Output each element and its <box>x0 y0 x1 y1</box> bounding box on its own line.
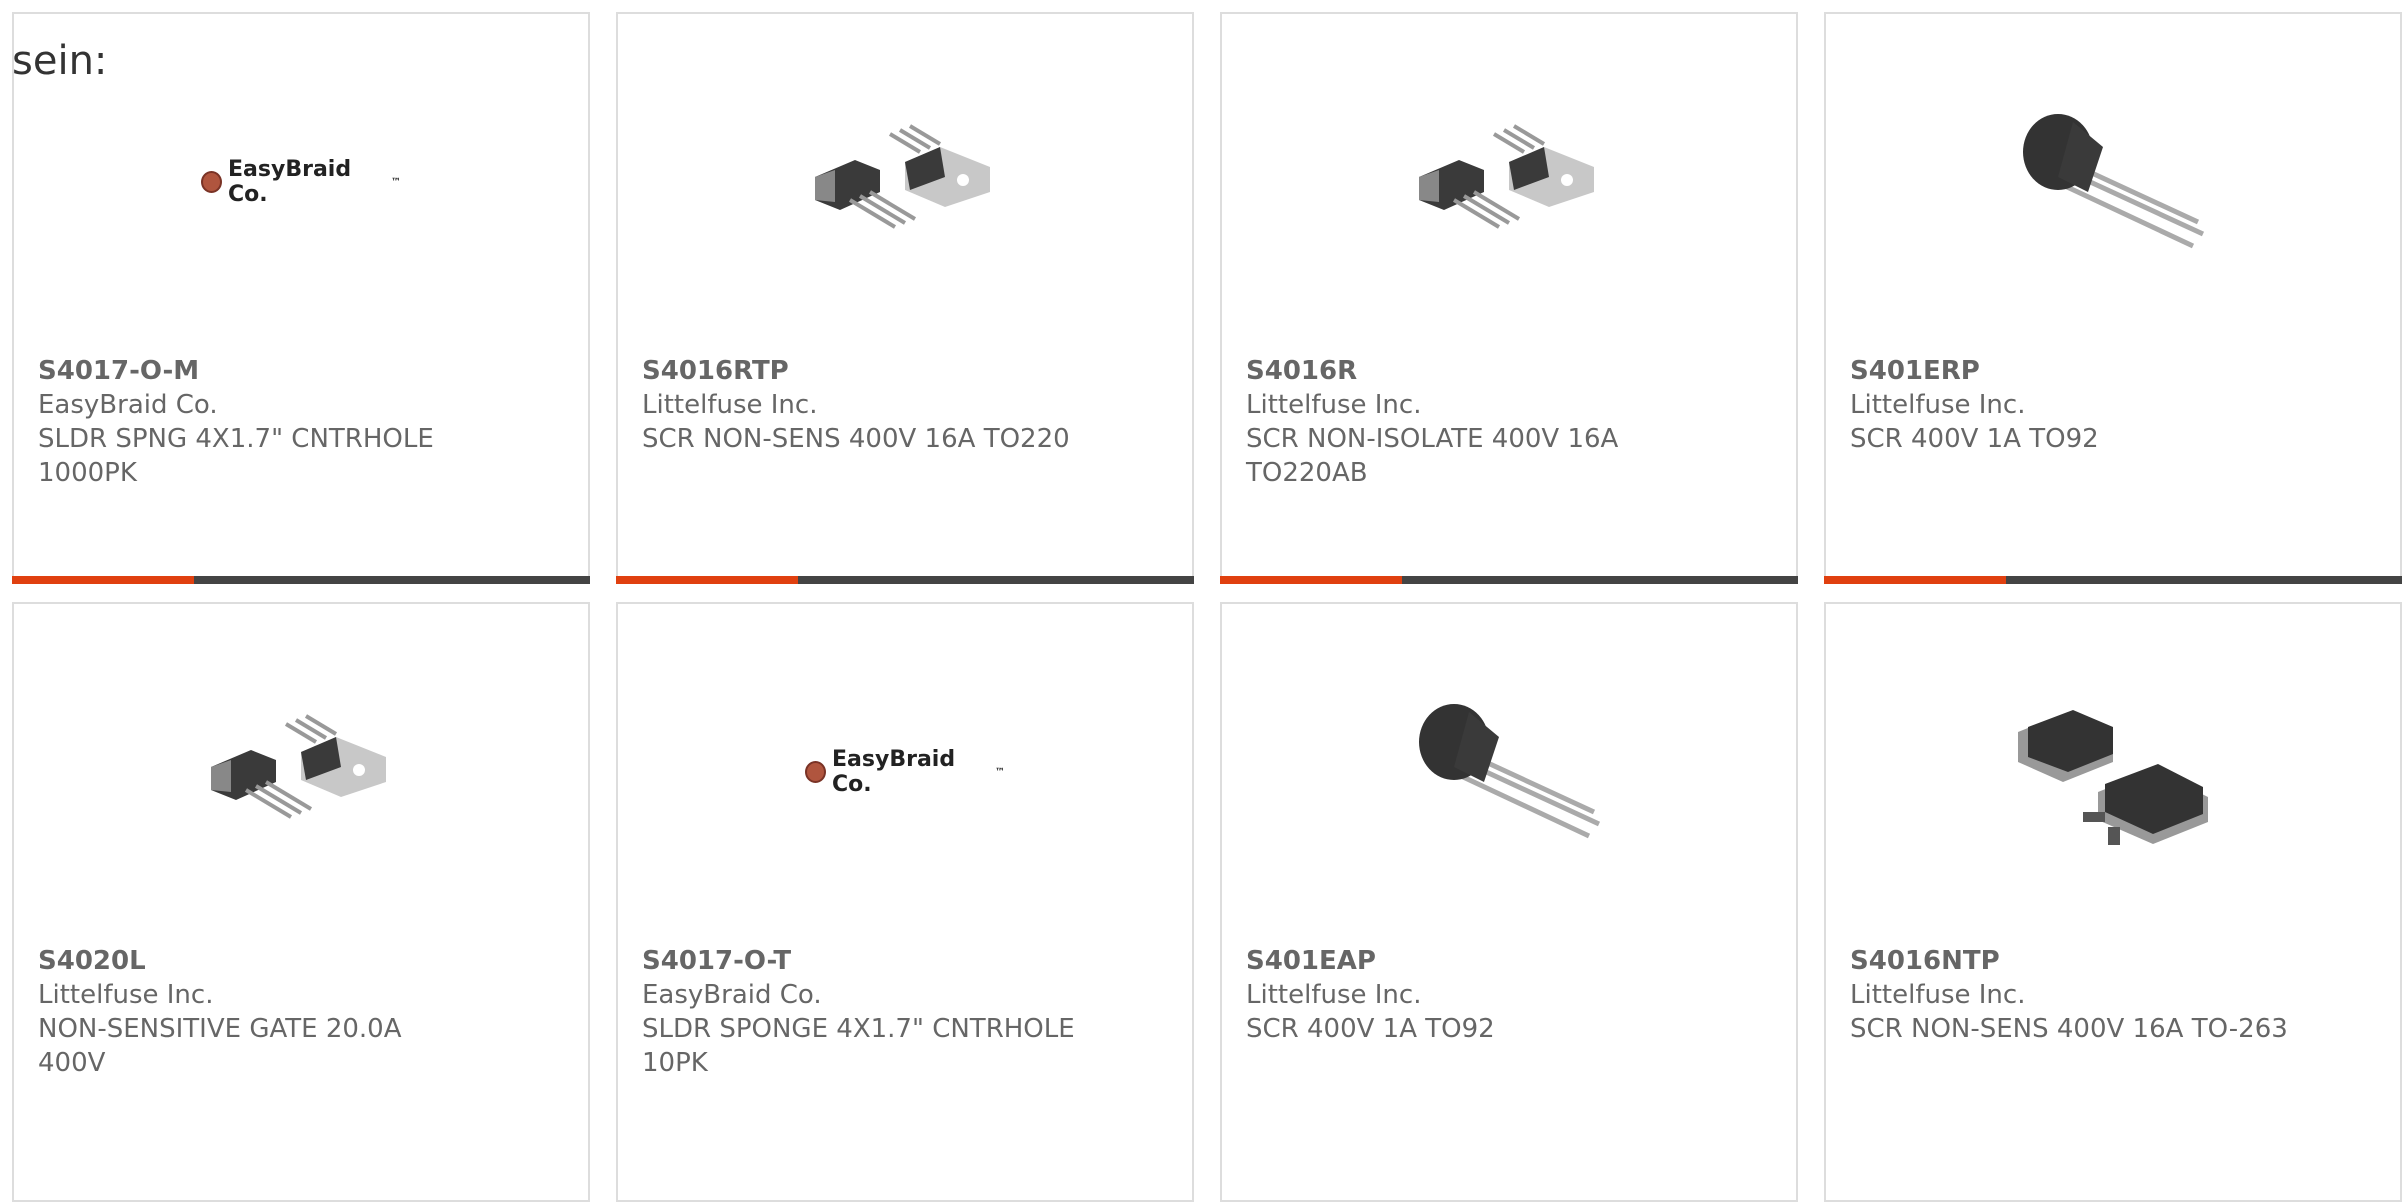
manufacturer: Littelfuse Inc. <box>642 390 818 420</box>
logo-text: EasyBraid Co. <box>228 157 352 207</box>
manufacturer-logo[interactable]: EasyBraid Co. ™ <box>805 672 1005 872</box>
description-line: SCR NON-ISOLATE 400V 16A <box>1246 424 1619 454</box>
product-info: S4016NTP Littelfuse Inc. SCR NON-SENS 400V… <box>1850 944 2376 1046</box>
product-card[interactable]: EasyBraid Co. ™ S4017-O-M EasyBraid Co. SLDR… <box>12 12 590 584</box>
description-line: SLDR SPONGE 4X1.7" CNTRHOLE <box>642 1014 1075 1044</box>
description-line: 10PK <box>642 1048 708 1078</box>
description-line: SCR NON-SENS 400V 16A TO-263 <box>1850 1014 2288 1044</box>
logo-text: EasyBraid Co. <box>832 747 956 797</box>
part-number[interactable]: S4016NTP <box>1850 944 2376 978</box>
card-accent-bar <box>616 576 798 584</box>
manufacturer: EasyBraid Co. <box>38 390 218 420</box>
description-line: SLDR SPNG 4X1.7" CNTRHOLE <box>38 424 434 454</box>
manufacturer-logo[interactable]: EasyBraid Co. ™ <box>201 82 401 282</box>
manufacturer: EasyBraid Co. <box>642 980 822 1010</box>
description-line: NON-SENSITIVE GATE 20.0A <box>38 1014 402 1044</box>
product-image[interactable] <box>2013 672 2213 872</box>
product-image[interactable] <box>805 82 1005 282</box>
product-card[interactable]: S4016RTP Littelfuse Inc. SCR NON-SENS 400V… <box>616 12 1194 584</box>
card-accent-bar <box>1824 576 2006 584</box>
card-bottom-bar <box>1824 576 2402 584</box>
description-line: SCR 400V 1A TO92 <box>1246 1014 1495 1044</box>
product-info: S401EAP Littelfuse Inc. SCR 400V 1A TO92 <box>1246 944 1772 1046</box>
product-info: S401ERP Littelfuse Inc. SCR 400V 1A TO92 <box>1850 354 2376 456</box>
product-card[interactable]: S401EAP Littelfuse Inc. SCR 400V 1A TO92 <box>1220 602 1798 1202</box>
product-card[interactable]: S4016NTP Littelfuse Inc. SCR NON-SENS 400V… <box>1824 602 2402 1202</box>
lead-text: sein: <box>12 38 108 84</box>
card-accent-bar <box>12 576 194 584</box>
card-bottom-bar <box>1220 576 1798 584</box>
manufacturer: Littelfuse Inc. <box>38 980 214 1010</box>
description-line: SCR 400V 1A TO92 <box>1850 424 2099 454</box>
part-number[interactable]: S4016RTP <box>642 354 1168 388</box>
product-info: S4016RTP Littelfuse Inc. SCR NON-SENS 400V… <box>642 354 1168 456</box>
product-card[interactable]: EasyBraid Co. ™ S4017-O-T EasyBraid Co. SLDR… <box>616 602 1194 1202</box>
description-line: SCR NON-SENS 400V 16A TO220 <box>642 424 1070 454</box>
manufacturer: Littelfuse Inc. <box>1850 980 2026 1010</box>
product-image[interactable] <box>1409 82 1609 282</box>
description-line: TO220AB <box>1246 458 1368 488</box>
manufacturer: Littelfuse Inc. <box>1850 390 2026 420</box>
product-image[interactable] <box>1409 672 1609 872</box>
description-line: 400V <box>38 1048 106 1078</box>
part-number[interactable]: S4017-O-M <box>38 354 564 388</box>
part-number[interactable]: S4017-O-T <box>642 944 1168 978</box>
product-info: S4016R Littelfuse Inc. SCR NON-ISOLATE 400… <box>1246 354 1772 490</box>
manufacturer: Littelfuse Inc. <box>1246 980 1422 1010</box>
product-card[interactable]: S4020L Littelfuse Inc. NON-SENSITIVE GATE … <box>12 602 590 1202</box>
product-info: S4017-O-T EasyBraid Co. SLDR SPONGE 4X1.7"… <box>642 944 1168 1080</box>
product-info: S4020L Littelfuse Inc. NON-SENSITIVE GATE … <box>38 944 564 1080</box>
part-number[interactable]: S401EAP <box>1246 944 1772 978</box>
card-bottom-bar <box>12 576 590 584</box>
product-card[interactable]: S401ERP Littelfuse Inc. SCR 400V 1A TO92 <box>1824 12 2402 584</box>
description-line: 1000PK <box>38 458 137 488</box>
part-number[interactable]: S4020L <box>38 944 564 978</box>
product-card[interactable]: S4016R Littelfuse Inc. SCR NON-ISOLATE 400… <box>1220 12 1798 584</box>
part-number[interactable]: S4016R <box>1246 354 1772 388</box>
card-bottom-bar <box>616 576 1194 584</box>
product-image[interactable] <box>2013 82 2213 282</box>
manufacturer: Littelfuse Inc. <box>1246 390 1422 420</box>
card-accent-bar <box>1220 576 1402 584</box>
product-info: S4017-O-M EasyBraid Co. SLDR SPNG 4X1.7" C… <box>38 354 564 490</box>
part-number[interactable]: S401ERP <box>1850 354 2376 388</box>
product-image[interactable] <box>201 672 401 872</box>
